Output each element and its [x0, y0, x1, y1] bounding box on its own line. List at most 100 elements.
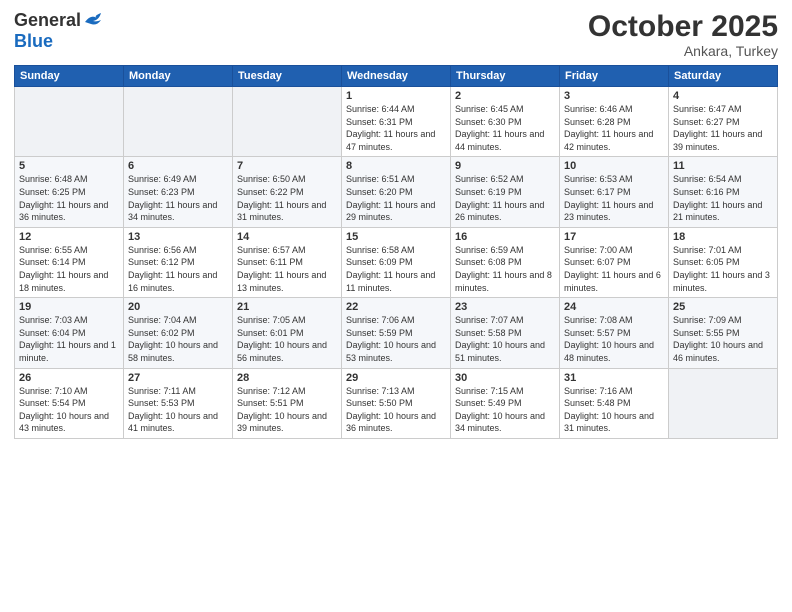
- title-area: October 2025 Ankara, Turkey: [588, 10, 778, 59]
- day-info-1-3: Sunrise: 6:51 AM Sunset: 6:20 PM Dayligh…: [346, 173, 446, 223]
- day-info-3-6: Sunrise: 7:09 AM Sunset: 5:55 PM Dayligh…: [673, 314, 773, 364]
- day-cell-1-6: 11Sunrise: 6:54 AM Sunset: 6:16 PM Dayli…: [669, 157, 778, 227]
- day-number-1-6: 11: [673, 160, 773, 172]
- day-info-2-0: Sunrise: 6:55 AM Sunset: 6:14 PM Dayligh…: [19, 244, 119, 294]
- day-cell-4-2: 28Sunrise: 7:12 AM Sunset: 5:51 PM Dayli…: [233, 368, 342, 438]
- day-number-1-0: 5: [19, 160, 119, 172]
- day-info-2-3: Sunrise: 6:58 AM Sunset: 6:09 PM Dayligh…: [346, 244, 446, 294]
- day-info-1-4: Sunrise: 6:52 AM Sunset: 6:19 PM Dayligh…: [455, 173, 555, 223]
- header: General Blue October 2025 Ankara, Turkey: [14, 10, 778, 59]
- day-info-4-4: Sunrise: 7:15 AM Sunset: 5:49 PM Dayligh…: [455, 385, 555, 435]
- day-number-4-2: 28: [237, 372, 337, 384]
- day-cell-3-1: 20Sunrise: 7:04 AM Sunset: 6:02 PM Dayli…: [124, 298, 233, 368]
- day-number-3-5: 24: [564, 301, 664, 313]
- day-cell-0-2: [233, 87, 342, 157]
- day-number-2-0: 12: [19, 231, 119, 243]
- day-info-4-2: Sunrise: 7:12 AM Sunset: 5:51 PM Dayligh…: [237, 385, 337, 435]
- day-info-3-2: Sunrise: 7:05 AM Sunset: 6:01 PM Dayligh…: [237, 314, 337, 364]
- day-number-3-2: 21: [237, 301, 337, 313]
- logo: General Blue: [14, 10, 105, 52]
- subtitle: Ankara, Turkey: [588, 43, 778, 59]
- day-cell-3-4: 23Sunrise: 7:07 AM Sunset: 5:58 PM Dayli…: [451, 298, 560, 368]
- day-cell-2-2: 14Sunrise: 6:57 AM Sunset: 6:11 PM Dayli…: [233, 227, 342, 297]
- day-cell-1-0: 5Sunrise: 6:48 AM Sunset: 6:25 PM Daylig…: [15, 157, 124, 227]
- day-info-2-4: Sunrise: 6:59 AM Sunset: 6:08 PM Dayligh…: [455, 244, 555, 294]
- day-number-1-4: 9: [455, 160, 555, 172]
- header-thursday: Thursday: [451, 66, 560, 87]
- day-cell-0-6: 4Sunrise: 6:47 AM Sunset: 6:27 PM Daylig…: [669, 87, 778, 157]
- day-cell-4-6: [669, 368, 778, 438]
- day-cell-2-6: 18Sunrise: 7:01 AM Sunset: 6:05 PM Dayli…: [669, 227, 778, 297]
- day-cell-0-4: 2Sunrise: 6:45 AM Sunset: 6:30 PM Daylig…: [451, 87, 560, 157]
- day-number-0-6: 4: [673, 90, 773, 102]
- week-row-4: 26Sunrise: 7:10 AM Sunset: 5:54 PM Dayli…: [15, 368, 778, 438]
- day-cell-3-5: 24Sunrise: 7:08 AM Sunset: 5:57 PM Dayli…: [560, 298, 669, 368]
- day-info-1-5: Sunrise: 6:53 AM Sunset: 6:17 PM Dayligh…: [564, 173, 664, 223]
- calendar: Sunday Monday Tuesday Wednesday Thursday…: [14, 65, 778, 439]
- day-number-2-1: 13: [128, 231, 228, 243]
- day-info-1-6: Sunrise: 6:54 AM Sunset: 6:16 PM Dayligh…: [673, 173, 773, 223]
- day-info-4-5: Sunrise: 7:16 AM Sunset: 5:48 PM Dayligh…: [564, 385, 664, 435]
- header-friday: Friday: [560, 66, 669, 87]
- day-info-2-5: Sunrise: 7:00 AM Sunset: 6:07 PM Dayligh…: [564, 244, 664, 294]
- day-number-2-3: 15: [346, 231, 446, 243]
- day-cell-4-4: 30Sunrise: 7:15 AM Sunset: 5:49 PM Dayli…: [451, 368, 560, 438]
- day-number-3-4: 23: [455, 301, 555, 313]
- day-info-4-1: Sunrise: 7:11 AM Sunset: 5:53 PM Dayligh…: [128, 385, 228, 435]
- day-cell-2-5: 17Sunrise: 7:00 AM Sunset: 6:07 PM Dayli…: [560, 227, 669, 297]
- day-info-1-1: Sunrise: 6:49 AM Sunset: 6:23 PM Dayligh…: [128, 173, 228, 223]
- day-cell-1-4: 9Sunrise: 6:52 AM Sunset: 6:19 PM Daylig…: [451, 157, 560, 227]
- day-info-4-0: Sunrise: 7:10 AM Sunset: 5:54 PM Dayligh…: [19, 385, 119, 435]
- logo-blue: Blue: [14, 31, 53, 52]
- day-number-2-2: 14: [237, 231, 337, 243]
- day-cell-2-4: 16Sunrise: 6:59 AM Sunset: 6:08 PM Dayli…: [451, 227, 560, 297]
- day-number-3-1: 20: [128, 301, 228, 313]
- day-info-0-5: Sunrise: 6:46 AM Sunset: 6:28 PM Dayligh…: [564, 103, 664, 153]
- day-cell-2-1: 13Sunrise: 6:56 AM Sunset: 6:12 PM Dayli…: [124, 227, 233, 297]
- day-number-2-6: 18: [673, 231, 773, 243]
- day-cell-2-3: 15Sunrise: 6:58 AM Sunset: 6:09 PM Dayli…: [342, 227, 451, 297]
- day-number-3-6: 25: [673, 301, 773, 313]
- day-cell-3-6: 25Sunrise: 7:09 AM Sunset: 5:55 PM Dayli…: [669, 298, 778, 368]
- day-info-3-0: Sunrise: 7:03 AM Sunset: 6:04 PM Dayligh…: [19, 314, 119, 364]
- day-number-1-5: 10: [564, 160, 664, 172]
- day-number-0-3: 1: [346, 90, 446, 102]
- day-info-1-2: Sunrise: 6:50 AM Sunset: 6:22 PM Dayligh…: [237, 173, 337, 223]
- header-monday: Monday: [124, 66, 233, 87]
- day-info-2-6: Sunrise: 7:01 AM Sunset: 6:05 PM Dayligh…: [673, 244, 773, 294]
- day-cell-3-0: 19Sunrise: 7:03 AM Sunset: 6:04 PM Dayli…: [15, 298, 124, 368]
- day-number-4-3: 29: [346, 372, 446, 384]
- week-row-3: 19Sunrise: 7:03 AM Sunset: 6:04 PM Dayli…: [15, 298, 778, 368]
- day-number-3-3: 22: [346, 301, 446, 313]
- header-saturday: Saturday: [669, 66, 778, 87]
- day-number-3-0: 19: [19, 301, 119, 313]
- page: General Blue October 2025 Ankara, Turkey…: [0, 0, 792, 612]
- day-cell-0-0: [15, 87, 124, 157]
- day-info-1-0: Sunrise: 6:48 AM Sunset: 6:25 PM Dayligh…: [19, 173, 119, 223]
- day-cell-1-5: 10Sunrise: 6:53 AM Sunset: 6:17 PM Dayli…: [560, 157, 669, 227]
- day-info-3-5: Sunrise: 7:08 AM Sunset: 5:57 PM Dayligh…: [564, 314, 664, 364]
- day-info-2-2: Sunrise: 6:57 AM Sunset: 6:11 PM Dayligh…: [237, 244, 337, 294]
- day-cell-4-1: 27Sunrise: 7:11 AM Sunset: 5:53 PM Dayli…: [124, 368, 233, 438]
- day-info-0-3: Sunrise: 6:44 AM Sunset: 6:31 PM Dayligh…: [346, 103, 446, 153]
- logo-bird-icon: [83, 12, 105, 30]
- day-info-4-3: Sunrise: 7:13 AM Sunset: 5:50 PM Dayligh…: [346, 385, 446, 435]
- day-number-2-4: 16: [455, 231, 555, 243]
- day-number-4-1: 27: [128, 372, 228, 384]
- header-wednesday: Wednesday: [342, 66, 451, 87]
- day-cell-1-3: 8Sunrise: 6:51 AM Sunset: 6:20 PM Daylig…: [342, 157, 451, 227]
- day-number-0-5: 3: [564, 90, 664, 102]
- day-info-3-1: Sunrise: 7:04 AM Sunset: 6:02 PM Dayligh…: [128, 314, 228, 364]
- day-number-4-5: 31: [564, 372, 664, 384]
- day-cell-0-3: 1Sunrise: 6:44 AM Sunset: 6:31 PM Daylig…: [342, 87, 451, 157]
- day-number-4-4: 30: [455, 372, 555, 384]
- day-cell-4-0: 26Sunrise: 7:10 AM Sunset: 5:54 PM Dayli…: [15, 368, 124, 438]
- day-info-0-6: Sunrise: 6:47 AM Sunset: 6:27 PM Dayligh…: [673, 103, 773, 153]
- day-cell-3-2: 21Sunrise: 7:05 AM Sunset: 6:01 PM Dayli…: [233, 298, 342, 368]
- day-number-1-3: 8: [346, 160, 446, 172]
- day-number-1-1: 6: [128, 160, 228, 172]
- day-cell-1-2: 7Sunrise: 6:50 AM Sunset: 6:22 PM Daylig…: [233, 157, 342, 227]
- day-cell-0-5: 3Sunrise: 6:46 AM Sunset: 6:28 PM Daylig…: [560, 87, 669, 157]
- day-number-0-4: 2: [455, 90, 555, 102]
- month-title: October 2025: [588, 10, 778, 43]
